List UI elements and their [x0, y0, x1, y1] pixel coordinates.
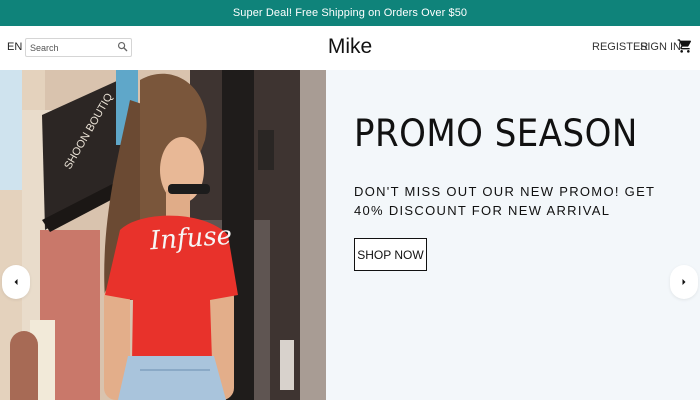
brand-logo[interactable]: Mike [328, 35, 372, 58]
search-input[interactable] [30, 40, 116, 55]
hero-image: SHOON BOUTIQ Infuse [0, 70, 326, 400]
cart-icon[interactable] [677, 38, 693, 54]
chevron-left-icon [14, 279, 18, 285]
announcement-text: Super Deal! Free Shipping on Orders Over… [232, 7, 468, 19]
search-icon[interactable] [117, 41, 128, 52]
announcement-bar: Super Deal! Free Shipping on Orders Over… [0, 0, 700, 26]
hero-photo-illustration: SHOON BOUTIQ Infuse [0, 70, 326, 400]
shop-now-button[interactable]: SHOP NOW [354, 238, 427, 271]
promo-subtitle: DON'T MISS OUT OUR NEW PROMO! GET 40% DI… [354, 184, 656, 218]
top-navbar: EN Mike REGISTER SIGN IN [0, 26, 700, 70]
promo-title: PROMO SEASON [354, 112, 638, 155]
chevron-right-icon [682, 279, 686, 285]
language-selector[interactable]: EN [7, 41, 22, 53]
hero-banner: SHOON BOUTIQ Infuse PROMO SEASON DON'T M… [0, 70, 700, 400]
search-box[interactable] [25, 38, 132, 57]
shirt-print-text: Infuse [148, 221, 233, 257]
carousel-next-button[interactable] [670, 265, 698, 299]
carousel-prev-button[interactable] [2, 265, 30, 299]
signin-link[interactable]: SIGN IN [640, 41, 681, 53]
